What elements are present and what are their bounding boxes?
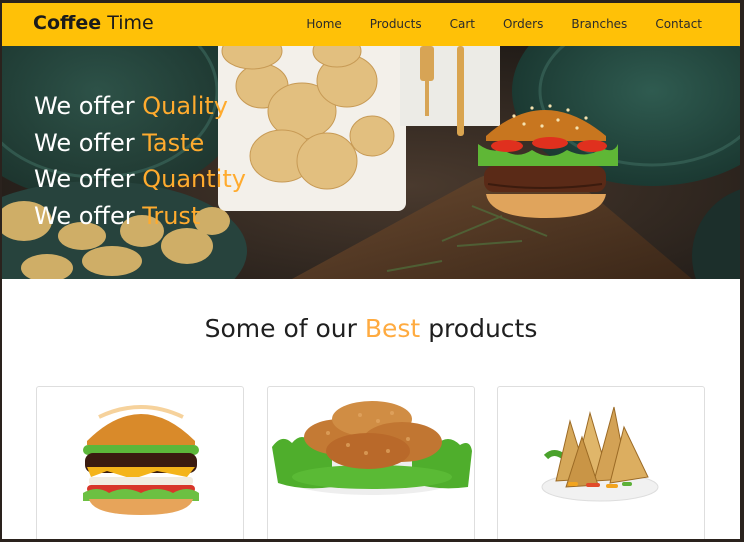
page-frame: Coffee Time Home Products Cart Orders Br… [2,3,740,539]
hero-line-accent: Taste [142,128,205,157]
title-before: Some of our [204,314,357,343]
hero-line-accent: Quantity [142,165,246,193]
nav-branches[interactable]: Branches [571,17,627,31]
hero-line-trust: We offer Trust [34,198,246,235]
hero-line-accent: Quality [142,92,228,120]
hero-banner: We offer Quality We offer Taste We offer… [2,46,740,279]
hero-line-quantity: We offer Quantity [34,161,246,198]
hero-line-prefix: We offer [34,128,135,157]
product-card-samosa[interactable] [497,386,705,539]
samosa-image [541,406,659,502]
products-section-title: Some of our Best products [2,314,740,343]
hero-line-prefix: We offer [34,165,135,193]
navbar: Coffee Time Home Products Cart Orders Br… [2,3,740,46]
nav-cart[interactable]: Cart [450,17,475,31]
nav-home[interactable]: Home [306,17,341,31]
hero-line-prefix: We offer [34,201,135,230]
nav-orders[interactable]: Orders [503,17,543,31]
brand-bold: Coffee [33,12,102,34]
nav-contact[interactable]: Contact [655,17,702,31]
burger-image [83,405,199,515]
hero-line-prefix: We offer [34,92,135,120]
hero-taglines: We offer Quality We offer Taste We offer… [34,88,246,234]
brand-logo[interactable]: Coffee Time [33,12,154,34]
hero-line-accent: Trust [142,201,201,230]
product-card-cutlets[interactable] [267,386,475,539]
nav-products[interactable]: Products [370,17,422,31]
brand-light: Time [107,12,154,34]
hero-line-quality: We offer Quality [34,88,246,125]
hero-line-taste: We offer Taste [34,125,246,162]
title-accent: Best [364,314,421,343]
product-card-burger[interactable] [36,386,244,539]
nav-links: Home Products Cart Orders Branches Conta… [278,17,702,31]
title-after: products [428,314,538,343]
fried-cutlets-image [272,401,472,495]
